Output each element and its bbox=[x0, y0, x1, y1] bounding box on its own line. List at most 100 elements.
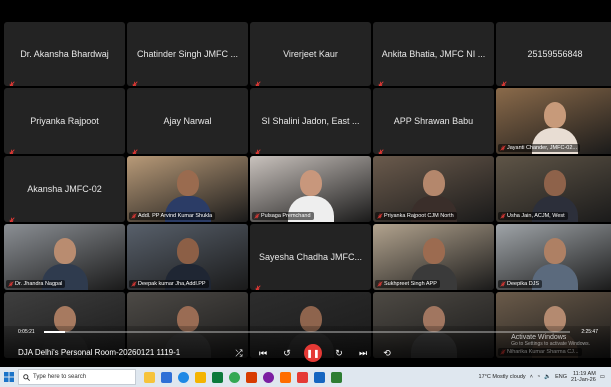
language-indicator[interactable]: ENG bbox=[555, 374, 567, 380]
muted-mic-icon bbox=[377, 75, 384, 86]
participant-tile[interactable]: Chatinder Singh JMFC ... bbox=[127, 22, 248, 86]
windows-start-button[interactable] bbox=[0, 367, 18, 387]
participant-name: 25159556848 bbox=[527, 49, 583, 59]
pause-button[interactable]: ❚❚ bbox=[304, 344, 322, 362]
edge-icon[interactable] bbox=[178, 371, 189, 383]
participant-head bbox=[544, 238, 566, 264]
participant-head bbox=[544, 170, 566, 196]
participant-name-label: Usha Jain, ACJM, West bbox=[498, 212, 568, 220]
taskbar-pinned-apps bbox=[144, 371, 342, 383]
participant-head bbox=[422, 238, 445, 264]
network-icon[interactable]: ◔ bbox=[537, 374, 540, 380]
file-explorer-icon[interactable] bbox=[195, 371, 206, 383]
playback-controls: 0:05:21 2:25:47 DJA Delhi's Personal Roo… bbox=[4, 326, 610, 366]
participant-tile[interactable]: Deepak kumar Jha,Addl.PP bbox=[127, 224, 248, 290]
task-view-icon[interactable] bbox=[161, 371, 172, 383]
forward-icon[interactable]: ↻ bbox=[332, 346, 346, 360]
muted-mic-icon bbox=[500, 75, 507, 86]
muted-mic-icon bbox=[131, 143, 138, 154]
muted-mic-icon bbox=[131, 281, 137, 287]
chrome-icon[interactable] bbox=[229, 371, 240, 383]
shuffle-icon[interactable]: ⤮ bbox=[232, 346, 246, 360]
participant-tile[interactable]: Priyanka Rajpoot bbox=[4, 88, 125, 154]
muted-mic-icon bbox=[254, 213, 260, 219]
participant-tile[interactable]: Pulsaga Premchand bbox=[250, 156, 371, 222]
weather-widget-icon[interactable] bbox=[144, 371, 155, 383]
muted-mic-icon bbox=[8, 143, 15, 154]
participant-grid: Dr. Akansha Bhardwaj Chatinder Singh JMFC… bbox=[4, 22, 611, 364]
participant-name: Priyanka Rajpoot CJM North bbox=[384, 213, 454, 219]
participant-name: Dr. Jhandra Nagpal bbox=[15, 281, 63, 287]
notification-icon[interactable]: ▭ bbox=[600, 374, 605, 380]
participant-name: Priyanka Rajpoot bbox=[30, 116, 99, 126]
muted-mic-icon bbox=[377, 213, 383, 219]
weather-status[interactable]: 17°C Mostly cloudy bbox=[479, 374, 526, 380]
participant-name: Virerjeet Kaur bbox=[283, 49, 338, 59]
acrobat-icon[interactable] bbox=[297, 371, 308, 383]
participant-head bbox=[176, 238, 199, 264]
participant-tile[interactable]: 25159556848 bbox=[496, 22, 611, 86]
seek-bar[interactable] bbox=[44, 331, 570, 333]
participant-name-label: Dr. Jhandra Nagpal bbox=[6, 280, 66, 288]
participant-name-label: Sukhpreet Singh APP bbox=[375, 280, 440, 288]
participant-name: Deepak kumar Jha,Addl.PP bbox=[138, 281, 206, 287]
media-player-icon[interactable] bbox=[263, 371, 274, 383]
muted-mic-icon bbox=[377, 143, 384, 154]
participant-tile[interactable]: Sayesha Chadha JMFC... bbox=[250, 224, 371, 290]
participant-tile[interactable]: Priyanka Rajpoot CJM North bbox=[373, 156, 494, 222]
participant-name: Ajay Narwal bbox=[163, 116, 212, 126]
control-buttons: ⤮ ⏮ ↺ ❚❚ ↻ ⏭ ⟲ bbox=[232, 344, 394, 362]
participant-name: SI Shalini Jadon, East ... bbox=[261, 116, 360, 126]
participant-name: Deepika DJS bbox=[507, 281, 540, 287]
word-icon[interactable] bbox=[314, 371, 325, 383]
participant-tile[interactable]: Sukhpreet Singh APP bbox=[373, 224, 494, 290]
clock[interactable]: 11:19 AM 21-Jan-26 bbox=[571, 371, 596, 383]
muted-mic-icon bbox=[500, 145, 506, 151]
participant-tile[interactable]: Addl. PP Arvind Kumar Shukla bbox=[127, 156, 248, 222]
muted-mic-icon bbox=[131, 213, 137, 219]
participant-name: Pulsaga Premchand bbox=[261, 213, 311, 219]
participant-name: Usha Jain, ACJM, West bbox=[507, 213, 565, 219]
participant-name-label: Deepak kumar Jha,Addl.PP bbox=[129, 280, 209, 288]
muted-mic-icon bbox=[254, 75, 261, 86]
participant-name-label: Pulsaga Premchand bbox=[252, 212, 314, 220]
windows-taskbar: Type here to search 17°C Mostly cloudy ˄… bbox=[0, 367, 611, 387]
excel-icon[interactable] bbox=[212, 371, 223, 383]
participant-tile[interactable]: Jayanti Chander, JMFC-02... bbox=[496, 88, 611, 154]
muted-mic-icon bbox=[8, 75, 15, 86]
participant-tile[interactable]: APP Shrawan Babu bbox=[373, 88, 494, 154]
participant-tile[interactable]: Akansha JMFC-02 bbox=[4, 156, 125, 222]
muted-mic-icon bbox=[8, 281, 14, 287]
taskbar-search-input[interactable]: Type here to search bbox=[18, 369, 136, 385]
participant-name: Akansha JMFC-02 bbox=[27, 184, 102, 194]
participant-tile[interactable]: Dr. Akansha Bhardwaj bbox=[4, 22, 125, 86]
participant-head bbox=[299, 170, 322, 196]
muted-mic-icon bbox=[254, 143, 261, 154]
participant-head bbox=[53, 238, 76, 264]
rewind-icon[interactable]: ↺ bbox=[280, 346, 294, 360]
participant-tile[interactable]: Usha Jain, ACJM, West bbox=[496, 156, 611, 222]
powerpoint-icon[interactable] bbox=[246, 371, 257, 383]
webex-icon[interactable] bbox=[331, 371, 342, 383]
next-icon[interactable]: ⏭ bbox=[356, 346, 370, 360]
participant-head bbox=[176, 170, 199, 196]
participant-tile[interactable]: Ankita Bhatia, JMFC NI ... bbox=[373, 22, 494, 86]
participant-tile[interactable]: Dr. Jhandra Nagpal bbox=[4, 224, 125, 290]
windows-logo-icon bbox=[4, 372, 14, 382]
participant-name: Sukhpreet Singh APP bbox=[384, 281, 437, 287]
participant-tile[interactable]: Deepika DJS bbox=[496, 224, 611, 290]
participant-tile[interactable]: Virerjeet Kaur bbox=[250, 22, 371, 86]
participant-name-label: Addl. PP Arvind Kumar Shukla bbox=[129, 212, 216, 220]
seek-bar-fill bbox=[44, 331, 66, 333]
participant-tile[interactable]: SI Shalini Jadon, East ... bbox=[250, 88, 371, 154]
repeat-icon[interactable]: ⟲ bbox=[380, 346, 394, 360]
chevron-up-icon[interactable]: ˄ bbox=[530, 374, 533, 380]
participant-tile[interactable]: Ajay Narwal bbox=[127, 88, 248, 154]
activate-windows-watermark: Activate Windows Go to Settings to activ… bbox=[511, 334, 590, 347]
muted-mic-icon bbox=[8, 211, 15, 222]
previous-icon[interactable]: ⏮ bbox=[256, 346, 270, 360]
vlc-icon[interactable] bbox=[280, 371, 291, 383]
volume-icon[interactable]: 🔈 bbox=[544, 374, 551, 380]
meeting-title: DJA Delhi's Personal Room-20260121 1119-… bbox=[18, 348, 181, 357]
participant-name: Dr. Akansha Bhardwaj bbox=[20, 49, 109, 59]
